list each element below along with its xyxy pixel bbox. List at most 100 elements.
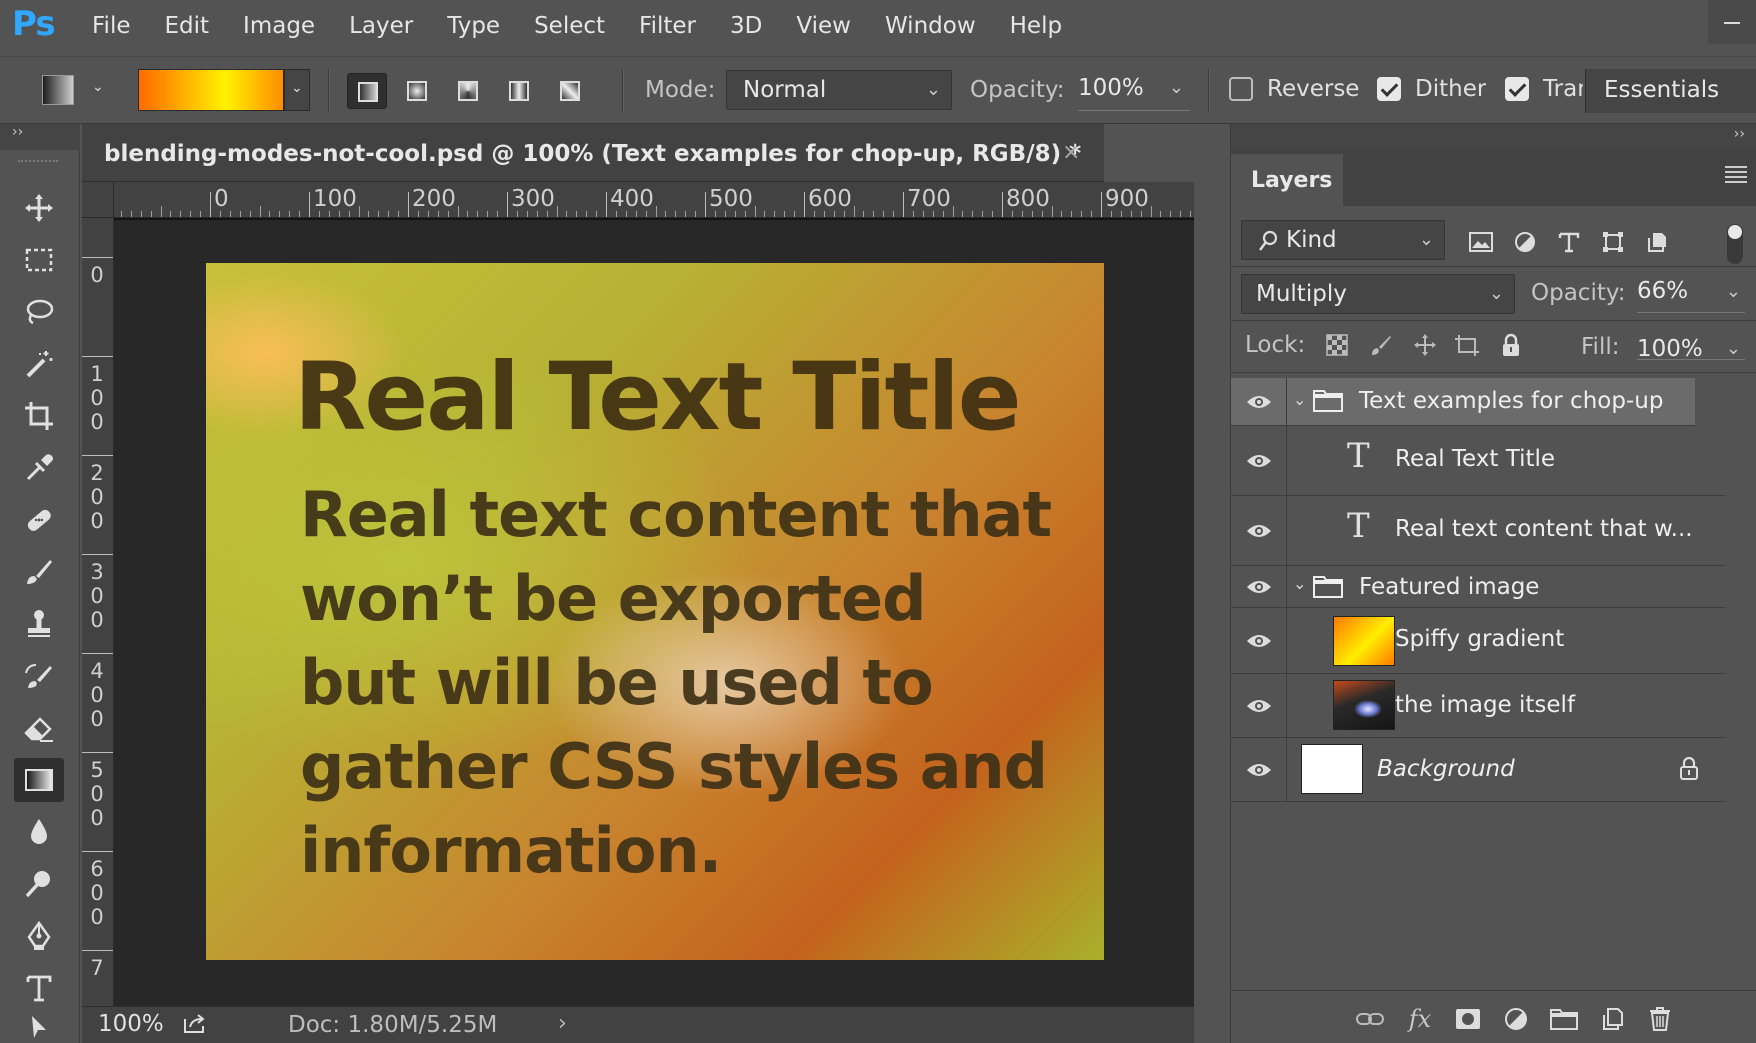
document-canvas[interactable]: Real Text Title Real text content that w…: [206, 263, 1104, 960]
panel-menu-icon[interactable]: [1725, 166, 1747, 186]
pen-tool[interactable]: [14, 914, 64, 958]
menu-layer[interactable]: Layer: [349, 13, 413, 39]
visibility-toggle[interactable]: [1231, 608, 1287, 673]
document-tab[interactable]: blending-modes-not-cool.psd @ 100% (Text…: [82, 124, 1104, 182]
type-tool[interactable]: [14, 966, 64, 1010]
share-icon[interactable]: [182, 1013, 208, 1039]
visibility-toggle[interactable]: [1231, 738, 1287, 801]
delete-layer-icon[interactable]: [1645, 1005, 1675, 1033]
ruler-minor-tick: [932, 211, 934, 217]
transparency-checkbox[interactable]: [1505, 77, 1529, 101]
ruler-origin[interactable]: [82, 182, 114, 218]
filter-smart-object-icon[interactable]: [1643, 228, 1671, 256]
new-group-icon[interactable]: [1549, 1005, 1579, 1033]
eyedropper-tool[interactable]: [14, 446, 64, 490]
diamond-gradient-button[interactable]: [550, 73, 590, 109]
fill-field[interactable]: 100% ⌄: [1637, 320, 1745, 362]
layer-row-real-text-title[interactable]: T Real Text Title: [1231, 426, 1725, 496]
gradient-picker-dropdown[interactable]: ⌄: [284, 69, 310, 111]
tab-layers[interactable]: Layers: [1231, 154, 1343, 206]
layer-row-featured-image-group[interactable]: ⌄ Featured image: [1231, 566, 1725, 608]
zoom-level[interactable]: 100%: [98, 1011, 164, 1037]
filter-toggle[interactable]: [1727, 224, 1743, 264]
visibility-toggle[interactable]: [1231, 674, 1287, 737]
menu-type[interactable]: Type: [447, 13, 500, 39]
fx-icon[interactable]: fx: [1405, 1005, 1435, 1033]
visibility-toggle[interactable]: [1231, 496, 1287, 565]
linear-gradient-button[interactable]: [347, 73, 387, 109]
chevron-down-icon[interactable]: ⌄: [1293, 574, 1306, 593]
chevron-down-icon[interactable]: ⌄: [1293, 390, 1306, 409]
filter-adjustment-icon[interactable]: [1511, 228, 1539, 256]
linear-gradient-icon: [358, 82, 378, 102]
layer-row-spiffy-gradient[interactable]: Spiffy gradient: [1231, 608, 1725, 674]
opacity-field[interactable]: 100% ⌄: [1078, 69, 1190, 111]
dither-checkbox[interactable]: [1377, 77, 1401, 101]
document-title: blending-modes-not-cool.psd @ 100% (Text…: [104, 141, 1082, 167]
reflected-gradient-button[interactable]: [499, 73, 539, 109]
new-layer-icon[interactable]: [1597, 1005, 1627, 1033]
blend-mode-select[interactable]: Multiply ⌄: [1241, 274, 1515, 314]
link-layers-icon[interactable]: [1355, 1005, 1385, 1033]
visibility-toggle[interactable]: [1231, 566, 1287, 607]
chevron-down-icon[interactable]: ⌄: [92, 79, 104, 95]
mode-select[interactable]: Normal ⌄: [726, 70, 952, 110]
tool-preset-picker[interactable]: [42, 75, 74, 105]
filter-shape-icon[interactable]: [1599, 228, 1627, 256]
menu-window[interactable]: Window: [885, 13, 976, 39]
minimize-button[interactable]: [1708, 0, 1756, 44]
lock-all-icon[interactable]: [1497, 331, 1525, 359]
reverse-checkbox[interactable]: [1229, 77, 1253, 101]
layer-filter-kind-select[interactable]: Kind ⌄: [1241, 220, 1445, 260]
expand-tools-icon[interactable]: ››: [0, 124, 80, 150]
menu-file[interactable]: File: [92, 13, 131, 39]
toolbar-grip[interactable]: [18, 160, 58, 166]
gradient-tool[interactable]: [14, 758, 64, 802]
lock-position-icon[interactable]: [1411, 331, 1439, 359]
filter-pixel-icon[interactable]: [1467, 228, 1495, 256]
menu-image[interactable]: Image: [243, 13, 315, 39]
panel-dock-header: ››: [1231, 124, 1756, 148]
history-brush-tool[interactable]: [14, 654, 64, 698]
path-selection-tool[interactable]: [14, 1014, 64, 1043]
blur-tool[interactable]: [14, 810, 64, 854]
lasso-tool[interactable]: [14, 290, 64, 334]
vertical-ruler[interactable]: 0 100 200 300 400 500 600 7: [82, 218, 114, 1006]
layer-row-text-examples-group[interactable]: ⌄ Text examples for chop-up: [1231, 378, 1695, 426]
clone-stamp-tool[interactable]: [14, 602, 64, 646]
eraser-tool[interactable]: [14, 706, 64, 750]
dodge-tool[interactable]: [14, 862, 64, 906]
visibility-toggle[interactable]: [1231, 426, 1287, 495]
horizontal-ruler[interactable]: 0 100 200 300 400 500 600 700 800 900: [114, 182, 1194, 218]
visibility-toggle[interactable]: [1231, 378, 1287, 425]
move-tool[interactable]: [14, 186, 64, 230]
crop-tool[interactable]: [14, 394, 64, 438]
menu-select[interactable]: Select: [534, 13, 605, 39]
lock-artboard-icon[interactable]: [1453, 331, 1481, 359]
layer-row-background[interactable]: Background: [1231, 738, 1725, 802]
layer-row-real-text-content[interactable]: T Real text content that w...: [1231, 496, 1725, 566]
menu-3d[interactable]: 3D: [730, 13, 762, 39]
workspace-switcher[interactable]: Essentials: [1585, 69, 1756, 113]
layer-opacity-field[interactable]: 66% ⌄: [1637, 273, 1745, 313]
brush-tool[interactable]: [14, 550, 64, 594]
menu-view[interactable]: View: [796, 13, 851, 39]
radial-gradient-button[interactable]: [397, 73, 437, 109]
close-icon[interactable]: ×: [1062, 140, 1080, 165]
filter-type-icon[interactable]: [1555, 228, 1583, 256]
adjustment-layer-icon[interactable]: [1501, 1005, 1531, 1033]
angle-gradient-button[interactable]: [448, 73, 488, 109]
add-mask-icon[interactable]: [1453, 1005, 1483, 1033]
layer-row-image-itself[interactable]: the image itself: [1231, 674, 1725, 738]
magic-wand-tool[interactable]: [14, 342, 64, 386]
gradient-swatch[interactable]: [138, 69, 284, 111]
lock-image-pixels-icon[interactable]: [1367, 331, 1395, 359]
status-menu-arrow[interactable]: ›: [558, 1011, 567, 1036]
menu-edit[interactable]: Edit: [165, 13, 210, 39]
healing-brush-tool[interactable]: [14, 498, 64, 542]
menu-filter[interactable]: Filter: [639, 13, 696, 39]
collapse-panel-icon[interactable]: ››: [1734, 126, 1745, 142]
marquee-tool[interactable]: [14, 238, 64, 282]
lock-transparent-pixels-icon[interactable]: [1323, 331, 1351, 359]
menu-help[interactable]: Help: [1010, 13, 1062, 39]
